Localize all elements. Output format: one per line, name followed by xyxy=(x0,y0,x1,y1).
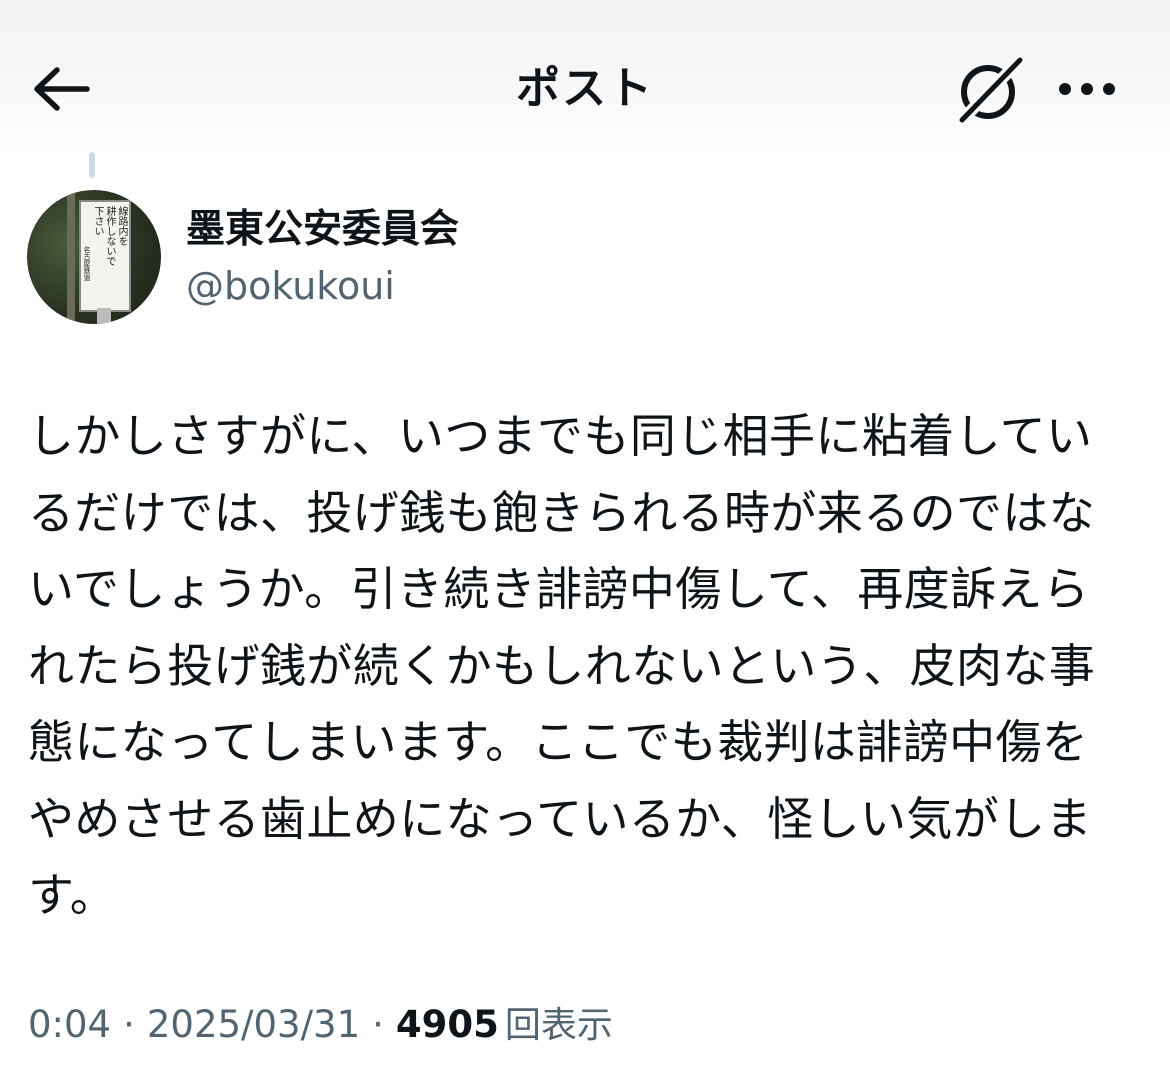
author-avatar[interactable]: 線路内を 耕作しないで 下さい 名古屋鉄道 xyxy=(27,190,161,324)
avatar-sign-line: 名古屋鉄道 xyxy=(83,246,91,281)
views-label: 回表示 xyxy=(504,1005,613,1046)
post-metadata: 0:04 · 2025/03/31 · 4905 回表示 xyxy=(28,1000,613,1050)
avatar-sign-line: 耕作しないで xyxy=(104,206,115,266)
more-options-button[interactable] xyxy=(1052,56,1122,122)
avatar-sign-line: 線路内を xyxy=(116,206,127,246)
grok-button[interactable] xyxy=(952,52,1028,128)
back-button[interactable] xyxy=(28,56,94,122)
top-navigation-bar: ポスト xyxy=(0,0,1170,160)
author-handle[interactable]: @bokukoui xyxy=(186,262,395,310)
avatar-sign-line: 下さい xyxy=(92,206,103,236)
arrow-left-icon xyxy=(34,67,90,111)
meta-separator: · xyxy=(372,1003,384,1046)
avatar-sign-post xyxy=(97,308,111,324)
meta-separator: · xyxy=(123,1003,135,1046)
post-detail-screen: ポスト 線路内を 耕作しないで 下さい 名古屋鉄道 墨東公安委員会 @bokuk… xyxy=(0,0,1170,1078)
post-time[interactable]: 0:04 xyxy=(28,1000,111,1050)
author-display-name[interactable]: 墨東公安委員会 xyxy=(186,205,459,255)
avatar-pole xyxy=(67,190,75,324)
post-text: しかしさすがに、いつまでも同じ相手に粘着しているだけでは、投げ銭も飽きられる時が… xyxy=(28,409,1096,922)
more-horizontal-icon xyxy=(1059,83,1115,95)
grok-icon xyxy=(958,56,1024,124)
thread-connector-line xyxy=(89,152,95,178)
avatar-sign: 線路内を 耕作しないで 下さい 名古屋鉄道 xyxy=(79,200,131,312)
views-count[interactable]: 4905 xyxy=(396,1000,499,1050)
post-date[interactable]: 2025/03/31 xyxy=(147,1000,360,1050)
